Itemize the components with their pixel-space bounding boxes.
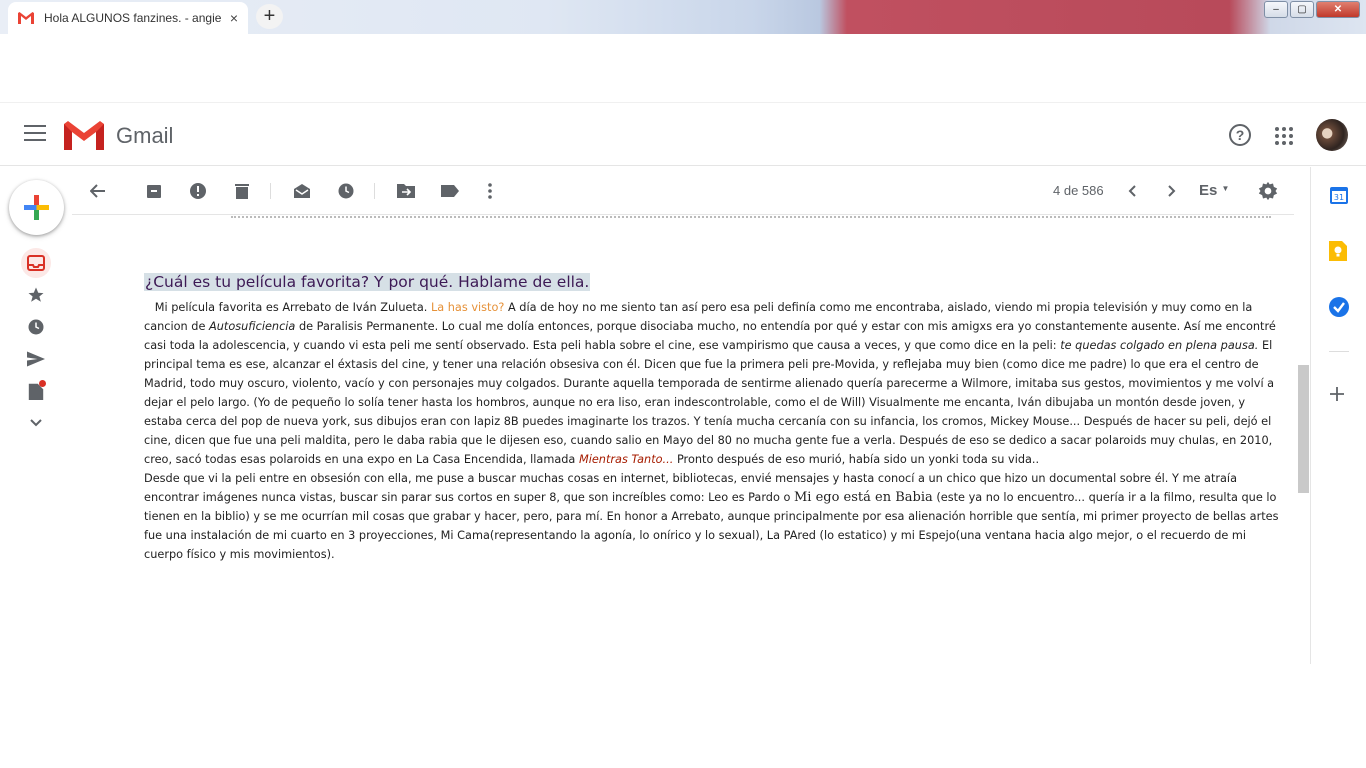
main-menu-icon[interactable] bbox=[24, 125, 46, 143]
email-body: Mi película favorita es Arrebato de Iván… bbox=[144, 298, 1280, 564]
help-icon[interactable]: ? bbox=[1229, 124, 1251, 146]
browser-tab-bar: Hola ALGUNOS fanzines. - angie × + – ▢ ✕ bbox=[0, 0, 1366, 34]
account-avatar[interactable] bbox=[1316, 119, 1348, 151]
gmail-favicon-icon bbox=[18, 12, 34, 24]
more-vert-icon[interactable] bbox=[480, 181, 500, 201]
back-arrow-icon[interactable] bbox=[88, 181, 108, 201]
newer-chevron-left-icon[interactable] bbox=[1122, 181, 1142, 201]
calendar-icon[interactable]: 31 bbox=[1329, 185, 1349, 205]
snoozed-icon[interactable] bbox=[21, 312, 51, 342]
settings-gear-icon[interactable] bbox=[1258, 181, 1278, 201]
close-window-button[interactable]: ✕ bbox=[1316, 1, 1360, 18]
google-apps-icon[interactable] bbox=[1275, 127, 1293, 145]
move-to-icon[interactable] bbox=[396, 181, 416, 201]
caret-down-icon: ▼ bbox=[1221, 184, 1230, 193]
scrollbar-thumb[interactable] bbox=[1298, 365, 1309, 493]
starred-icon[interactable] bbox=[21, 280, 51, 310]
p2-film-title: Mi ego está en Babia bbox=[793, 490, 933, 505]
gmail-header: Gmail ? bbox=[0, 102, 1366, 166]
add-addon-icon[interactable] bbox=[1329, 386, 1349, 406]
clipped-text-line bbox=[231, 216, 1271, 219]
p1-orange-question: La has visto? bbox=[430, 301, 505, 314]
p1-text-d: El principal tema es ese, alcanzar el éx… bbox=[144, 339, 1275, 466]
email-question-heading: ¿Cuál es tu película favorita? Y por qué… bbox=[144, 273, 591, 291]
p1-text-a: Mi película favorita es Arrebato de Iván… bbox=[154, 301, 428, 314]
mark-unread-icon[interactable] bbox=[292, 181, 312, 201]
drafts-icon[interactable] bbox=[21, 376, 51, 406]
gmail-logo-icon[interactable] bbox=[64, 120, 104, 155]
tasks-icon[interactable] bbox=[1329, 297, 1349, 317]
paragraph-2: Desde que vi la peli entre en obsesión c… bbox=[144, 469, 1280, 564]
inbox-icon[interactable] bbox=[21, 248, 51, 278]
keep-icon[interactable] bbox=[1329, 241, 1349, 261]
gmail-wordmark[interactable]: Gmail bbox=[116, 123, 173, 149]
svg-text:31: 31 bbox=[1334, 193, 1344, 202]
input-tools-button[interactable]: Es ▼ bbox=[1199, 182, 1229, 199]
tab-title: Hola ALGUNOS fanzines. - angie bbox=[44, 11, 222, 25]
paragraph-1: Mi película favorita es Arrebato de Iván… bbox=[144, 298, 1280, 469]
p1-expo-title: Mientras Tanto... bbox=[578, 453, 674, 466]
older-chevron-right-icon[interactable] bbox=[1162, 181, 1182, 201]
compose-button[interactable] bbox=[9, 180, 64, 235]
input-tools-label: Es bbox=[1199, 182, 1218, 199]
browser-tab[interactable]: Hola ALGUNOS fanzines. - angie × bbox=[8, 2, 248, 34]
p1-quote: te quedas colgado en plena pausa. bbox=[1060, 339, 1259, 352]
maximize-button[interactable]: ▢ bbox=[1290, 1, 1314, 18]
p1-song-title: Autosuficiencia bbox=[209, 320, 296, 333]
window-controls: – ▢ ✕ bbox=[1264, 1, 1360, 18]
tab-close-icon[interactable]: × bbox=[230, 10, 238, 26]
label-icon[interactable] bbox=[440, 181, 460, 201]
report-spam-icon[interactable] bbox=[188, 181, 208, 201]
more-chevron-down-icon[interactable] bbox=[21, 408, 51, 438]
side-panel: 31 bbox=[1310, 167, 1366, 664]
minimize-button[interactable]: – bbox=[1264, 1, 1288, 18]
pager-count: 4 de 586 bbox=[1053, 183, 1104, 198]
sent-icon[interactable] bbox=[21, 344, 51, 374]
archive-icon[interactable] bbox=[144, 181, 164, 201]
p1-text-e: Pronto después de eso murió, había sido … bbox=[676, 453, 1040, 466]
snooze-icon[interactable] bbox=[336, 181, 356, 201]
email-toolbar: 4 de 586 Es ▼ bbox=[72, 167, 1294, 215]
delete-icon[interactable] bbox=[232, 181, 252, 201]
new-tab-button[interactable]: + bbox=[256, 4, 283, 29]
